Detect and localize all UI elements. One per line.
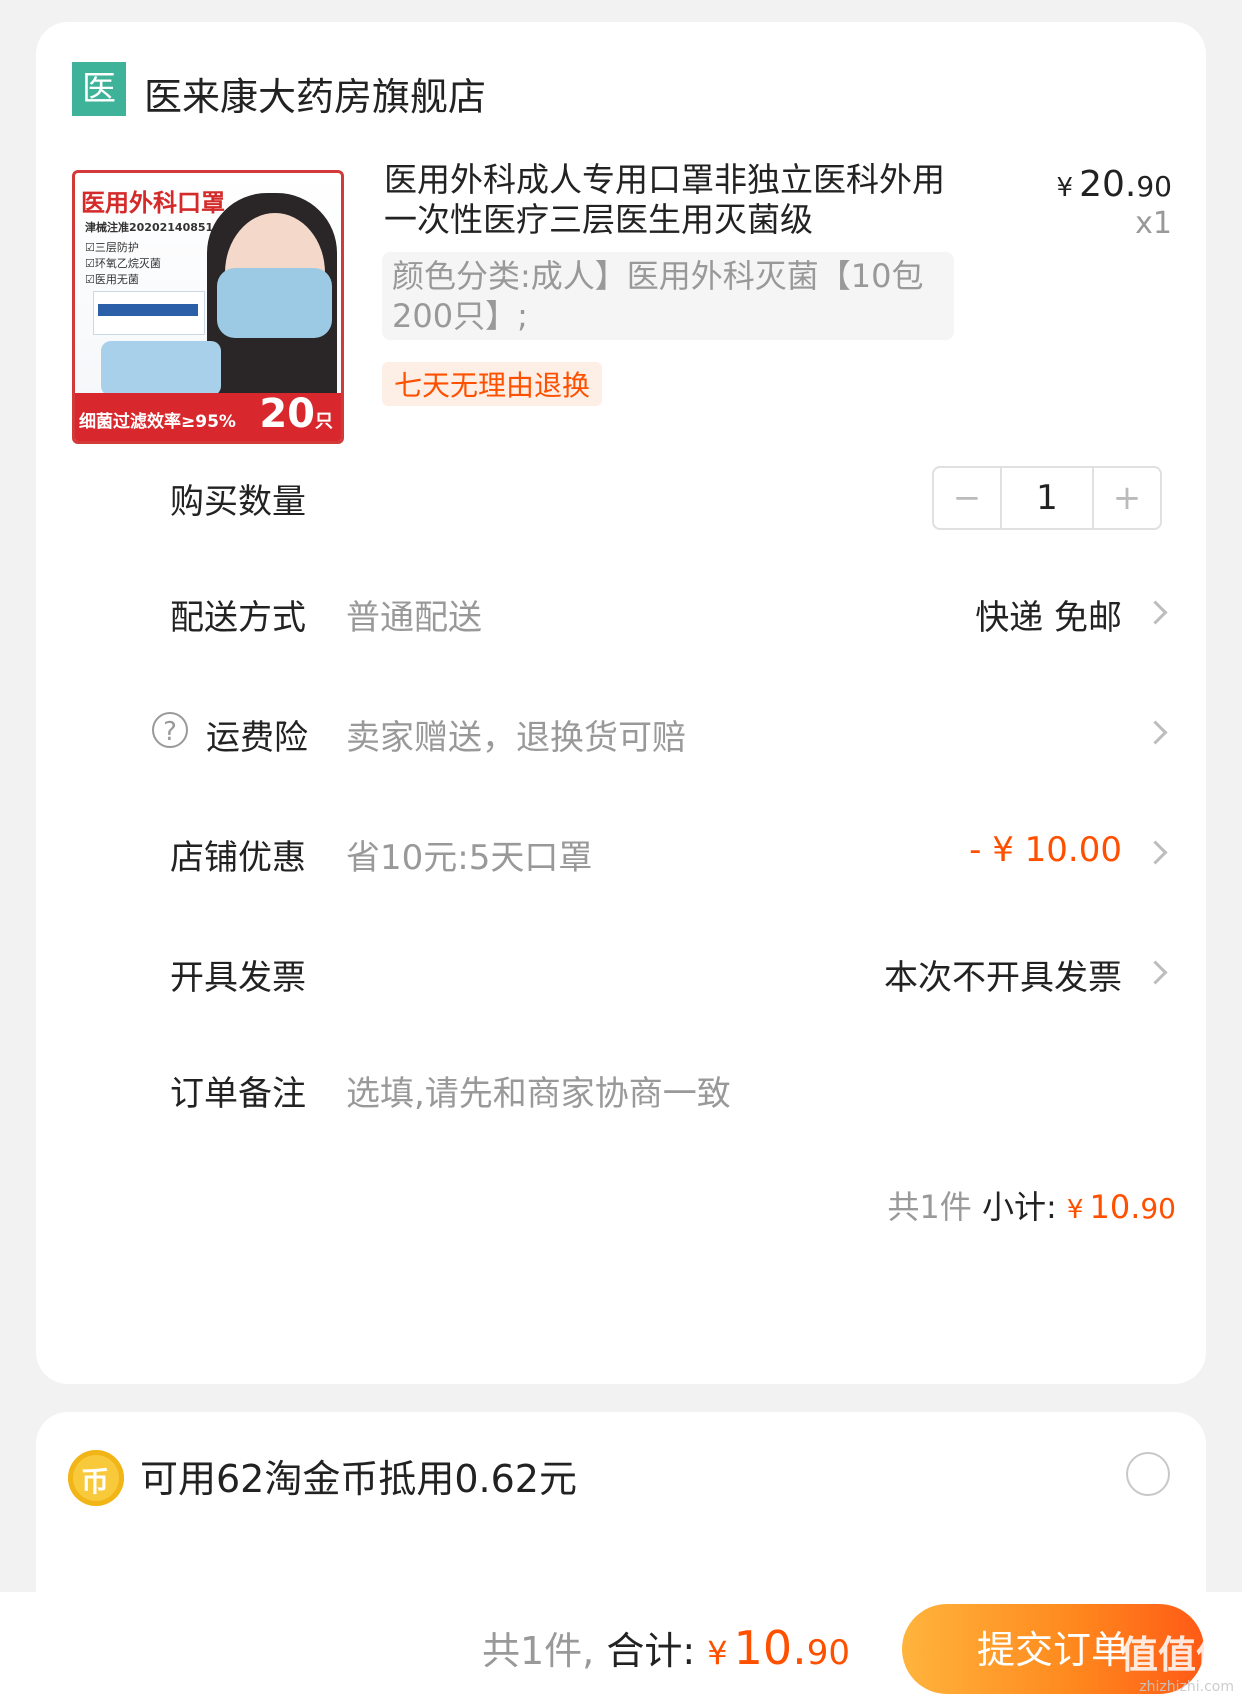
order-card: 医 医来康大药房旗舰店 医用外科口罩 津械注准20202140851 ☑三层防护… [36,22,1206,1384]
return-policy-tag: 七天无理由退换 [382,362,603,406]
delivery-option[interactable]: 快递 免邮 [975,590,1122,639]
discount-amount[interactable]: - ¥ 10.00 [969,830,1122,870]
product-image-reg: 津械注准20202140851 [85,221,214,234]
product-image-ribbon: 细菌过滤效率≥95% 20只 [75,391,341,441]
delivery-value: 普通配送 [346,598,482,638]
delivery-label: 配送方式 [170,598,306,638]
chevron-right-icon[interactable] [1143,960,1168,985]
product-sku[interactable]: 颜色分类:成人】医用外科灭菌【10包200只】; [382,252,954,340]
quantity-label: 购买数量 [170,482,306,522]
decrease-button[interactable]: − [934,468,1000,528]
checkout-bar: 共1件, 合计: ¥10.90 提交订单 值值值 zhizhizhi.com [0,1592,1242,1705]
chevron-right-icon[interactable] [1143,840,1168,865]
insurance-value: 卖家赠送，退换货可赔 [346,718,686,758]
model-mask [217,268,332,338]
invoice-option[interactable]: 本次不开具发票 [884,950,1122,999]
flat-mask [101,341,221,396]
coin-offer-text: 可用62淘金币抵用0.62元 [140,1457,577,1501]
insurance-label: 运费险 [206,718,308,758]
order-total: 共1件, 合计: ¥10.90 [481,1621,850,1675]
product-price: ¥20.90 [1056,164,1172,205]
mask-package [93,291,205,335]
invoice-label: 开具发票 [170,958,306,998]
increase-button[interactable]: + [1094,468,1160,528]
chevron-right-icon[interactable] [1143,600,1168,625]
quantity-input[interactable]: 1 [1000,468,1094,528]
product-image-feature: ☑医用无菌 [85,273,139,286]
chevron-right-icon[interactable] [1143,720,1168,745]
shop-logo-icon: 医 [72,62,126,116]
ribbon-number: 20只 [259,391,333,437]
product-image[interactable]: 医用外科口罩 津械注准20202140851 ☑三层防护 ☑环氧乙烷灭菌 ☑医用… [72,170,344,444]
product-title[interactable]: 医用外科成人专用口罩非独立医科外用一次性医疗三层医生用灭菌级 [384,160,954,240]
note-label: 订单备注 [170,1074,306,1114]
subtotal: 共1件 小计: ¥10.90 [887,1188,1176,1226]
quantity-stepper: − 1 + [932,466,1162,530]
note-input[interactable]: 选填,请先和商家协商一致 [346,1066,731,1115]
shop-name[interactable]: 医来康大药房旗舰店 [144,66,486,121]
product-image-title: 医用外科口罩 [81,189,225,217]
product-image-feature: ☑环氧乙烷灭菌 [85,257,161,270]
help-icon[interactable]: ? [152,712,188,748]
product-image-feature: ☑三层防护 [85,241,139,254]
coin-icon: 币 [68,1450,124,1506]
product-quantity: x1 [1135,206,1172,241]
discount-value: 省10元:5天口罩 [346,838,593,878]
coin-radio[interactable] [1126,1452,1170,1496]
coin-card: 币 可用62淘金币抵用0.62元 [36,1412,1206,1592]
ribbon-text: 细菌过滤效率≥95% [79,412,236,432]
discount-label: 店铺优惠 [170,838,306,878]
watermark: 值值值 zhizhizhi.com [1119,1633,1234,1695]
